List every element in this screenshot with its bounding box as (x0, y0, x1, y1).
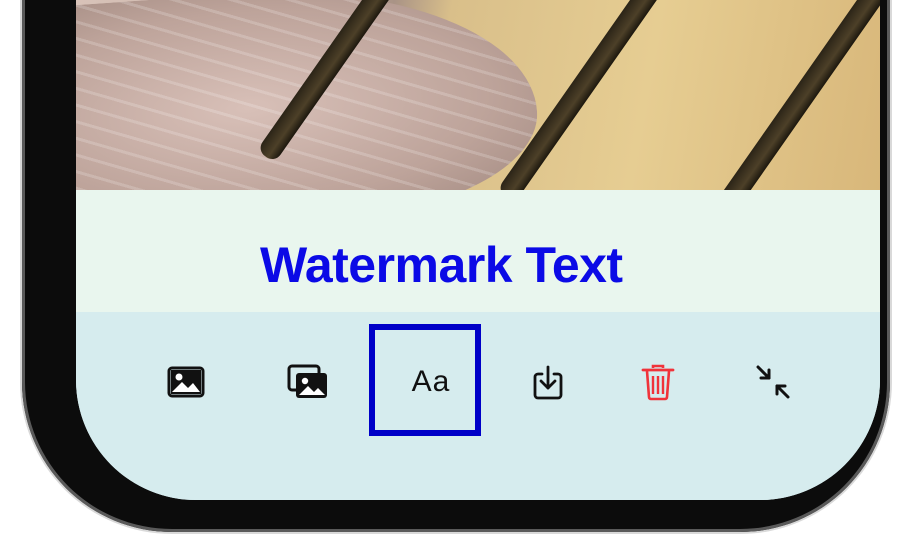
text-button[interactable]: Aa (406, 357, 456, 407)
collapse-button[interactable] (748, 357, 798, 407)
screen: Watermark Text Aa (76, 0, 880, 500)
collapse-arrows-icon (755, 364, 791, 400)
download-button[interactable] (523, 357, 573, 407)
phone-frame: Watermark Text Aa (22, 0, 890, 532)
delete-button[interactable] (633, 357, 683, 407)
preview-photo (76, 0, 880, 190)
download-icon (531, 364, 565, 400)
watermark-text[interactable]: Watermark Text (260, 238, 623, 292)
photo-bar (716, 0, 880, 190)
image-icon (167, 366, 205, 398)
photo-stack-icon (287, 364, 329, 400)
image-button[interactable] (161, 357, 211, 407)
multiple-images-button[interactable] (283, 357, 333, 407)
watermark-panel: Watermark Text (76, 190, 880, 312)
trash-icon (641, 363, 675, 401)
bottom-toolbar: Aa (76, 312, 880, 500)
text-icon: Aa (411, 365, 451, 398)
